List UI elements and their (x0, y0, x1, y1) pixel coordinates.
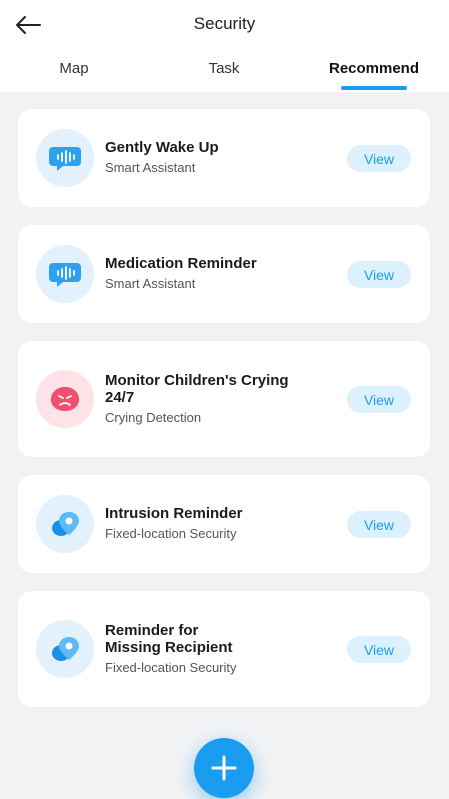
tab-recommend[interactable]: Recommend (318, 60, 430, 77)
recommend-card-missing-recipient[interactable]: Reminder for Missing Recipient Fixed-loc… (18, 591, 430, 707)
location-pin-icon (36, 495, 94, 553)
card-subtitle: Fixed-location Security (105, 526, 237, 541)
card-subtitle: Crying Detection (105, 410, 202, 425)
location-pin-icon (36, 620, 94, 678)
view-button[interactable]: View (347, 511, 411, 538)
voice-assistant-icon (36, 245, 94, 303)
recommend-card-medication-reminder[interactable]: Medication Reminder Smart Assistant View (18, 225, 430, 323)
card-subtitle: Smart Assistant (105, 276, 196, 291)
crying-face-icon (36, 370, 94, 428)
plus-icon (211, 755, 237, 781)
view-button[interactable]: View (347, 261, 411, 288)
tab-map[interactable]: Map (38, 60, 110, 77)
view-button[interactable]: View (347, 636, 411, 663)
card-subtitle: Fixed-location Security (105, 660, 237, 675)
card-text: Monitor Children's Crying 24/7 Crying De… (105, 372, 320, 425)
voice-assistant-icon (36, 129, 94, 187)
tab-task[interactable]: Task (188, 60, 260, 77)
add-button[interactable] (194, 738, 254, 798)
card-title: Intrusion Reminder (105, 505, 243, 522)
header: Security Map Task Recommend (0, 0, 449, 92)
card-title: Medication Reminder (105, 255, 257, 272)
card-title: Reminder for Missing Recipient (105, 622, 233, 656)
card-title: Gently Wake Up (105, 139, 219, 156)
card-text: Intrusion Reminder Fixed-location Securi… (105, 505, 325, 541)
card-text: Gently Wake Up Smart Assistant (105, 139, 325, 175)
recommend-card-intrusion-reminder[interactable]: Intrusion Reminder Fixed-location Securi… (18, 475, 430, 573)
active-tab-indicator (341, 86, 407, 90)
recommend-card-monitor-crying[interactable]: Monitor Children's Crying 24/7 Crying De… (18, 341, 430, 457)
page-title: Security (193, 14, 256, 33)
card-subtitle: Smart Assistant (105, 160, 196, 175)
view-button[interactable]: View (347, 145, 411, 172)
card-title: Monitor Children's Crying 24/7 (105, 372, 289, 406)
view-button[interactable]: View (347, 386, 411, 413)
card-text: Medication Reminder Smart Assistant (105, 255, 325, 291)
tab-bar: Map Task Recommend (0, 56, 449, 92)
recommend-card-gently-wake-up[interactable]: Gently Wake Up Smart Assistant View (18, 109, 430, 207)
card-text: Reminder for Missing Recipient Fixed-loc… (105, 622, 255, 675)
